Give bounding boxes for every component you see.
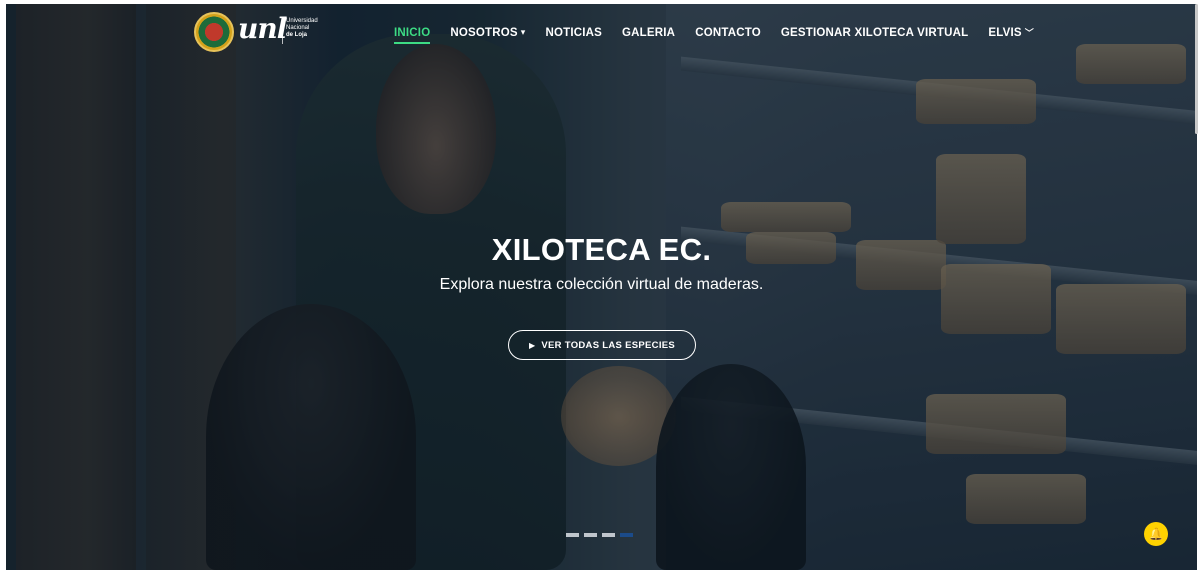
nav-item-contacto[interactable]: CONTACTO	[695, 26, 761, 39]
logo-divider	[282, 18, 283, 44]
caret-down-icon: ▾	[520, 27, 526, 37]
carousel-indicator-active[interactable]	[620, 533, 633, 537]
cta-label: VER TODAS LAS ESPECIES	[541, 339, 676, 351]
university-seal-icon[interactable]	[194, 12, 234, 52]
nav-item-label: INICIO	[394, 26, 431, 39]
nav-item-label: GALERIA	[622, 26, 676, 39]
chevron-down-icon: ﹀	[1024, 28, 1034, 38]
nav-item-label: CONTACTO	[695, 26, 761, 39]
nav-item-galeria[interactable]: GALERIA	[622, 26, 675, 39]
nav-item-label: NOSOTROS	[450, 26, 518, 39]
nav-item-inicio[interactable]: INICIO	[394, 26, 431, 44]
carousel-indicator[interactable]	[566, 533, 579, 537]
play-icon: ▶	[528, 340, 536, 350]
hero-subtitle: Explora nuestra colección virtual de mad…	[439, 276, 764, 293]
nav-item-nosotros[interactable]: NOSOTROS ▾	[450, 26, 525, 39]
university-name-line: de Loja	[286, 32, 308, 38]
carousel-indicator[interactable]	[602, 533, 615, 537]
nav-item-gestionar-xiloteca[interactable]: GESTIONAR XILOTECA VIRTUAL	[781, 26, 969, 39]
nav-item-user-menu[interactable]: ELVIS ﹀	[988, 26, 1034, 39]
nav-item-label: GESTIONAR XILOTECA VIRTUAL	[780, 26, 969, 39]
carousel-indicator[interactable]	[584, 533, 597, 537]
university-name-line: Nacional	[286, 25, 310, 31]
bell-icon: 🔔	[1148, 527, 1164, 541]
unl-logo[interactable]: unl	[238, 12, 287, 45]
hero-title: XILOTECA EC.	[491, 232, 712, 267]
carousel-indicators	[566, 533, 633, 537]
notification-button[interactable]: 🔔	[1144, 522, 1168, 546]
nav-item-label: ELVIS	[988, 26, 1022, 39]
main-navbar: unl Universidad Nacional de Loja INICIO …	[6, 4, 1197, 60]
nav-item-label: NOTICIAS	[545, 26, 603, 39]
nav-item-noticias[interactable]: NOTICIAS	[545, 26, 602, 39]
university-name: Universidad Nacional de Loja	[286, 18, 318, 39]
university-name-line: Universidad	[286, 18, 318, 24]
page-scrollbar[interactable]	[1195, 4, 1198, 134]
view-all-species-button[interactable]: ▶ VER TODAS LAS ESPECIES	[508, 330, 696, 360]
nav-menu: INICIO NOSOTROS ▾ NOTICIAS GALERIA CONTA…	[394, 26, 1054, 44]
hero-banner: unl Universidad Nacional de Loja INICIO …	[6, 4, 1197, 570]
